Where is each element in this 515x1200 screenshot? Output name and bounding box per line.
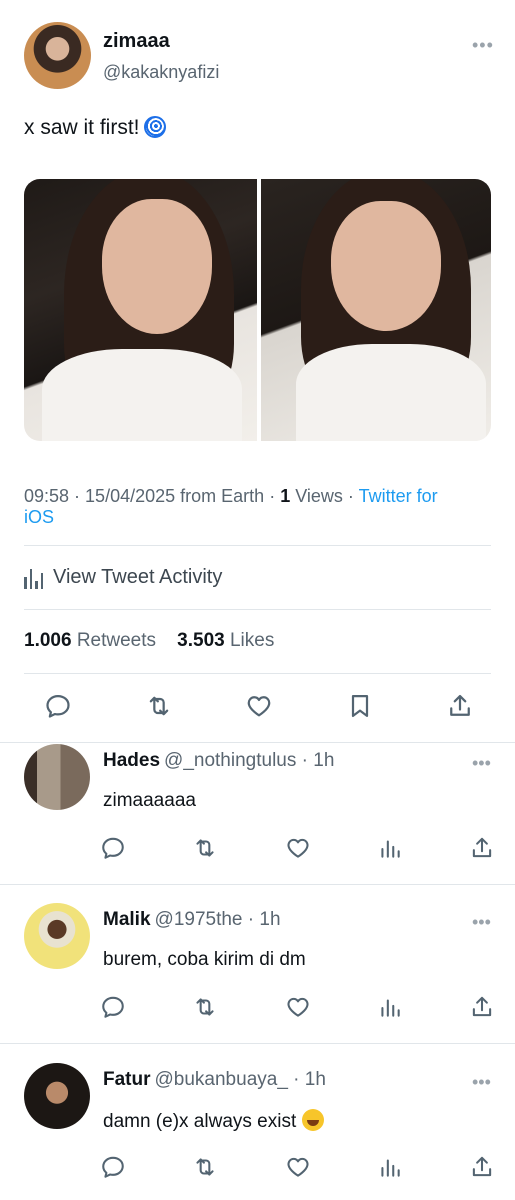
like-icon[interactable] [285,835,311,861]
photo-shirt [296,344,486,441]
client-link[interactable]: Twitter for [359,486,438,506]
bookmark-icon[interactable] [346,692,374,720]
reply-name[interactable]: Malik [103,909,151,930]
main-action-bar [44,692,474,720]
share-icon[interactable] [469,835,495,861]
divider [0,742,515,743]
reply-name[interactable]: Hades [103,750,160,771]
like-icon[interactable] [285,1154,311,1180]
retweets-stat[interactable]: 1.006 Retweets [24,630,156,651]
like-icon[interactable] [245,692,273,720]
reply-action-bar [100,1154,495,1180]
reply-avatar[interactable] [24,903,90,969]
reply-time: 1h [259,909,281,930]
reply-avatar[interactable] [24,1063,90,1129]
divider [24,673,491,674]
reply-icon[interactable] [44,692,72,720]
author-avatar[interactable] [24,22,91,89]
tweet-time: 09:58 [24,486,70,506]
reply-header: Malik @1975the · 1h [103,909,281,930]
reply-text-content: damn (e)x always exist [103,1111,297,1132]
more-options-icon[interactable]: ••• [472,36,494,54]
retweet-icon[interactable] [145,692,173,720]
more-options-icon[interactable]: ••• [472,913,491,931]
tweet-photo-2[interactable] [261,179,491,441]
reply-text: burem, coba kirim di dm [103,949,306,970]
activity-label: View Tweet Activity [53,565,223,588]
photo-shirt [42,349,242,441]
retweet-icon[interactable] [192,1154,218,1180]
views-icon[interactable] [377,1154,403,1180]
reply-time: 1h [313,750,335,771]
reply-handle[interactable]: @1975the [155,909,243,930]
view-tweet-activity[interactable]: View Tweet Activity [24,565,222,589]
tweet-photo-1[interactable] [24,179,257,441]
tweet-text-content: x saw it first! [24,116,140,139]
retweet-icon[interactable] [192,994,218,1020]
views-label: Views [295,486,343,506]
author-handle[interactable]: @kakaknyafizi [103,62,219,83]
retweet-icon[interactable] [192,835,218,861]
reply-text: zimaaaaaa [103,790,196,811]
reply-action-bar [100,835,495,861]
client-link-cont[interactable]: iOS [24,507,54,527]
reply-action-bar [100,994,495,1020]
photo-face [102,199,212,334]
divider [24,609,491,610]
share-icon[interactable] [469,1154,495,1180]
reply-header: Fatur @bukanbuaya_ · 1h [103,1069,326,1090]
tweet-meta: 09:58 · 15/04/2025 from Earth · 1 Views … [24,486,438,527]
views-icon[interactable] [377,835,403,861]
reply-name[interactable]: Fatur [103,1069,151,1090]
tweet-date: 15/04/2025 [85,486,176,506]
divider [0,1043,515,1044]
likes-stat[interactable]: 3.503 Likes [177,630,274,651]
analytics-icon [24,565,43,589]
reply-text: damn (e)x always exist [103,1109,324,1133]
reply-icon[interactable] [100,1154,126,1180]
author-display-name[interactable]: zimaaa [103,30,170,53]
reply-time: 1h [304,1069,326,1090]
tweet-text: x saw it first! [24,116,166,140]
reply-handle[interactable]: @bukanbuaya_ [155,1069,288,1090]
share-icon[interactable] [469,994,495,1020]
photo-face [331,201,441,331]
reply-avatar[interactable] [24,744,90,810]
reply-icon[interactable] [100,835,126,861]
reply-header: Hades @_nothingtulus · 1h [103,750,335,771]
reply-item[interactable]: Fatur @bukanbuaya_ · 1h ••• damn (e)x alw… [0,1063,515,1200]
more-options-icon[interactable]: ••• [472,754,491,772]
like-icon[interactable] [285,994,311,1020]
laughing-tears-icon [301,1109,324,1131]
divider [24,545,491,546]
views-count: 1 [280,486,291,506]
share-icon[interactable] [446,692,474,720]
reply-item[interactable]: Malik @1975the · 1h ••• burem, coba kirim… [0,903,515,1043]
engagement-counts: 1.006 Retweets 3.503 Likes [24,630,274,652]
views-icon[interactable] [377,994,403,1020]
reply-item[interactable]: Hades @_nothingtulus · 1h ••• zimaaaaaa [0,744,515,884]
more-options-icon[interactable]: ••• [472,1073,491,1091]
cyclone-icon [143,116,166,138]
tweet-location: from Earth [180,486,265,506]
reply-icon[interactable] [100,994,126,1020]
reply-handle[interactable]: @_nothingtulus [164,750,296,771]
divider [0,884,515,885]
